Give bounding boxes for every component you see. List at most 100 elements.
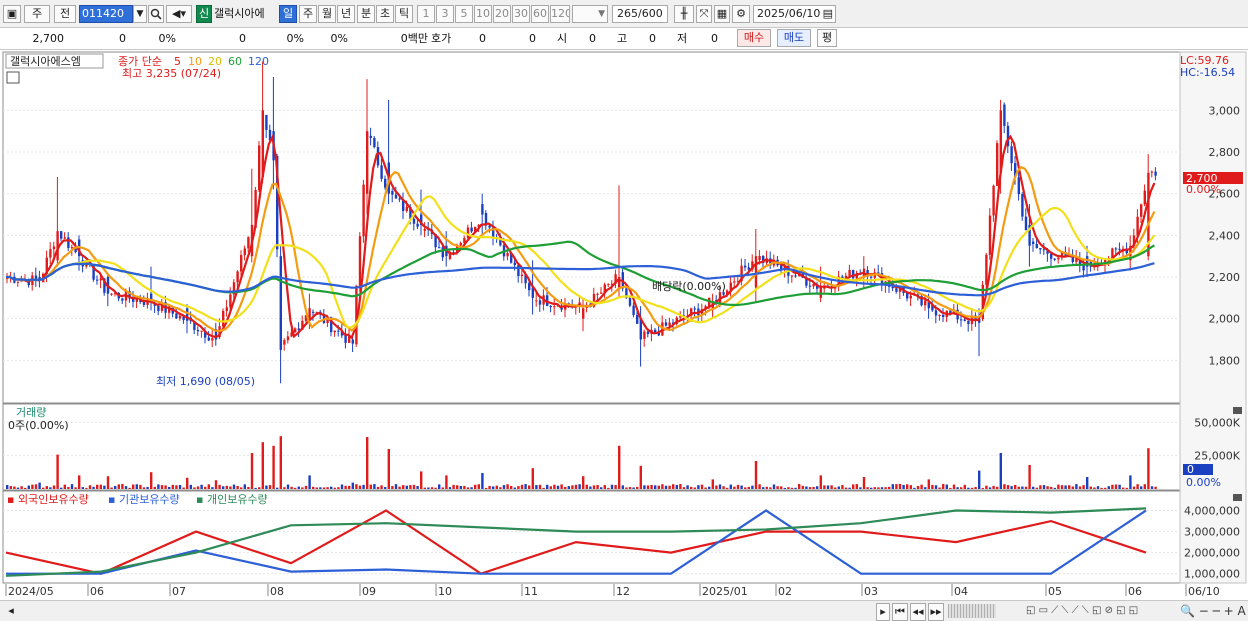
next-icon[interactable]: ▸▸ bbox=[928, 603, 944, 621]
period-day[interactable]: 일 bbox=[279, 5, 297, 23]
tab-all[interactable]: 전 bbox=[54, 5, 76, 23]
volume-bar bbox=[1057, 484, 1060, 489]
volume-bar bbox=[74, 487, 77, 489]
volume-bar bbox=[405, 485, 408, 489]
interval-10[interactable]: 10 bbox=[474, 5, 492, 23]
search-icon[interactable] bbox=[148, 5, 164, 23]
volume-bar bbox=[1147, 448, 1150, 489]
interval-20[interactable]: 20 bbox=[493, 5, 511, 23]
volume-bar bbox=[664, 485, 668, 489]
buy-button[interactable]: 매수 bbox=[737, 29, 771, 47]
volume-bar bbox=[891, 484, 894, 489]
volume-last-text: 0 bbox=[1187, 463, 1194, 476]
volume-bar bbox=[535, 485, 538, 489]
volume-panel[interactable] bbox=[2, 403, 1181, 491]
volume-bar bbox=[877, 487, 880, 489]
volume-bar bbox=[978, 470, 981, 489]
tab-share[interactable]: 주 bbox=[24, 5, 50, 23]
date-input[interactable]: 2025/06/10 ▤ bbox=[753, 5, 836, 23]
code-dropdown-icon[interactable]: ▼ bbox=[133, 5, 147, 23]
period-year[interactable]: 년 bbox=[337, 5, 355, 23]
x-tick-label: 07 bbox=[172, 585, 186, 598]
play-icon[interactable]: ▸ bbox=[876, 603, 890, 621]
volume-bar bbox=[398, 486, 401, 489]
volume-current: 0주(0.00%) bbox=[8, 419, 69, 432]
interval-5[interactable]: 5 bbox=[455, 5, 473, 23]
volume-bar bbox=[1068, 485, 1071, 489]
candle-body bbox=[67, 237, 70, 248]
candle-body bbox=[808, 285, 812, 287]
volume-bar bbox=[510, 485, 513, 489]
volume-bar bbox=[218, 484, 221, 489]
volume-bar bbox=[963, 484, 966, 489]
volume-bar bbox=[142, 487, 146, 489]
volume-bar bbox=[1017, 486, 1020, 489]
volume-bar bbox=[438, 484, 441, 489]
price-tick-label: 3,000 bbox=[1209, 104, 1241, 117]
volume-bar bbox=[1050, 486, 1053, 489]
scroll-bar[interactable]: ◂ ▸ ⏮ ◂◂ ▸▸ ◱ ▭ ⟋ ⟍ ⟋ ⟍ ◱ ⊘ ◱ ◱ 🔍 − ─ + … bbox=[0, 600, 1248, 621]
volume-bar bbox=[859, 487, 862, 489]
volume-bar bbox=[618, 445, 621, 489]
interval-1[interactable]: 1 bbox=[417, 5, 435, 23]
volume-bar bbox=[254, 487, 257, 489]
chart-window-icon[interactable]: ▣ bbox=[3, 5, 21, 23]
volume-bar bbox=[643, 485, 646, 489]
first-icon[interactable]: ⏮ bbox=[892, 603, 908, 621]
drawing-tools-icon[interactable]: ◱ ▭ ⟋ ⟍ ⟋ ⟍ ◱ ⊘ ◱ ◱ bbox=[1026, 604, 1138, 618]
volume-bar bbox=[967, 487, 970, 489]
interval-60[interactable]: 60 bbox=[531, 5, 549, 23]
volume-bar bbox=[171, 484, 174, 489]
balance-button[interactable]: 평 bbox=[817, 29, 837, 47]
interval-3[interactable]: 3 bbox=[436, 5, 454, 23]
holdings-panel-close-icon[interactable] bbox=[1233, 494, 1242, 501]
volume-tick-label: 50,000K bbox=[1194, 416, 1240, 429]
zoom-icons[interactable]: 🔍 − ─ + A bbox=[1180, 604, 1246, 618]
scroll-left-icon[interactable]: ◂ bbox=[4, 603, 18, 621]
volume-bar bbox=[934, 485, 938, 489]
volume-bar bbox=[1060, 485, 1064, 489]
save-icon[interactable]: ▦ bbox=[714, 5, 730, 23]
x-tick-label: 02 bbox=[778, 585, 792, 598]
volume-bar bbox=[337, 487, 340, 489]
speaker-icon[interactable]: ◀▾ bbox=[166, 5, 192, 23]
period-month[interactable]: 월 bbox=[318, 5, 336, 23]
interval-120[interactable]: 120 bbox=[550, 5, 570, 23]
volume-bar bbox=[204, 486, 207, 489]
candle-body bbox=[1035, 244, 1038, 249]
sell-button[interactable]: 매도 bbox=[777, 29, 811, 47]
interval-dropdown-icon[interactable]: ▼ bbox=[572, 5, 608, 23]
candle-style-icon[interactable]: ╫ bbox=[674, 5, 694, 23]
candle-body bbox=[333, 330, 336, 333]
period-minute[interactable]: 분 bbox=[357, 5, 375, 23]
gear-icon[interactable]: ⚙ bbox=[732, 5, 750, 23]
bar-count-field[interactable]: 265/600 bbox=[612, 5, 668, 23]
scroll-thumb[interactable] bbox=[948, 604, 996, 618]
volume-bar bbox=[279, 436, 282, 489]
period-second[interactable]: 초 bbox=[376, 5, 394, 23]
volume-bar bbox=[27, 485, 30, 489]
interval-30[interactable]: 30 bbox=[512, 5, 530, 23]
calendar-icon[interactable]: ▤ bbox=[823, 6, 833, 22]
cross-line-icon[interactable]: ⤧ bbox=[696, 5, 712, 23]
volume-bar bbox=[956, 487, 959, 489]
volume-bar bbox=[128, 487, 131, 489]
chart-area[interactable]: 3,0002,8002,6002,4002,2002,0001,800 50,0… bbox=[0, 50, 1248, 600]
holdings-series-foreign: ▪ 외국인보유수량 bbox=[7, 493, 89, 506]
table-toggle-icon[interactable] bbox=[6, 71, 20, 84]
candle-body bbox=[470, 227, 473, 232]
prev-icon[interactable]: ◂◂ bbox=[910, 603, 926, 621]
volume-bar bbox=[470, 487, 473, 489]
stock-code-input[interactable]: 011420 bbox=[79, 5, 133, 23]
volume-bar bbox=[927, 479, 930, 489]
period-tick[interactable]: 틱 bbox=[395, 5, 413, 23]
volume-bar bbox=[207, 484, 210, 489]
bar-count-max: /600 bbox=[638, 7, 663, 20]
price-tick-label: 2,800 bbox=[1209, 146, 1241, 159]
volume-bar bbox=[704, 487, 707, 489]
volume-panel-close-icon[interactable] bbox=[1233, 407, 1242, 414]
x-tick-label: 2024/05 bbox=[8, 585, 54, 598]
volume-bar bbox=[1089, 486, 1092, 489]
period-week[interactable]: 주 bbox=[299, 5, 317, 23]
volume-bar bbox=[909, 485, 912, 489]
